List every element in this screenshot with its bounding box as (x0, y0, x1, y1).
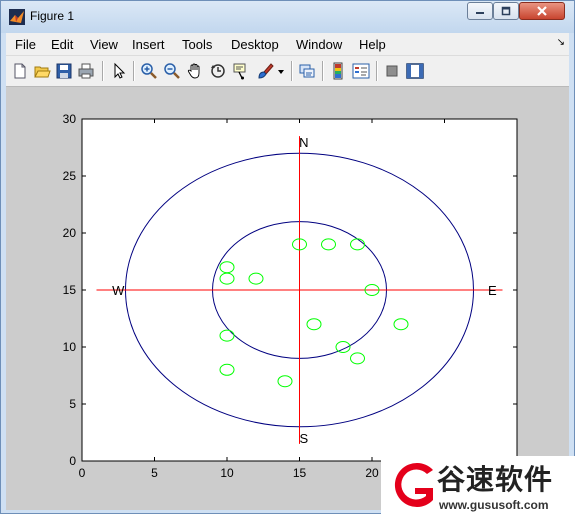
print-icon[interactable] (77, 62, 95, 80)
legend-icon[interactable] (352, 62, 370, 80)
compass-label-n: N (299, 135, 308, 150)
menu-tools[interactable]: Tools (182, 37, 212, 52)
y-tick-label: 5 (69, 397, 76, 411)
figure-toolbar (6, 55, 569, 87)
save-icon[interactable] (55, 62, 73, 80)
y-tick-label: 25 (63, 169, 77, 183)
brush-icon[interactable] (256, 62, 274, 80)
watermark-banner: 谷速软件 www.gususoft.com (381, 456, 575, 515)
toolbar-separator (291, 61, 292, 81)
x-tick-label: 15 (293, 466, 307, 480)
show-plot-tools-icon[interactable] (406, 62, 424, 80)
minimize-button[interactable] (467, 2, 493, 20)
title-bar[interactable]: Figure 1 (1, 1, 574, 33)
pan-icon[interactable] (186, 62, 204, 80)
menu-help[interactable]: Help (359, 37, 386, 52)
maximize-button[interactable] (493, 2, 519, 20)
x-tick-label: 20 (365, 466, 379, 480)
toolbar-separator (376, 61, 377, 81)
x-tick-label: 5 (151, 466, 158, 480)
gusu-logo-icon (394, 463, 433, 507)
maximize-icon (501, 6, 511, 16)
menu-view[interactable]: View (90, 37, 118, 52)
colorbar-icon[interactable] (329, 62, 347, 80)
toolbar-separator (133, 61, 134, 81)
close-button[interactable] (519, 2, 565, 20)
pointer-icon[interactable] (110, 62, 128, 80)
matlab-logo-icon (9, 9, 25, 25)
compass-label-e: E (488, 283, 497, 298)
hide-plot-tools-icon[interactable] (383, 62, 401, 80)
x-tick-label: 0 (79, 466, 86, 480)
zoom-in-icon[interactable] (140, 62, 158, 80)
y-tick-label: 20 (63, 226, 77, 240)
compass-label-s: S (300, 431, 309, 446)
figure-window: Figure 1 File Edit View Insert Tools Des… (0, 0, 575, 515)
new-figure-icon[interactable] (11, 62, 29, 80)
close-icon (537, 6, 547, 16)
watermark-url: www.gususoft.com (439, 498, 549, 512)
menu-bar: File Edit View Insert Tools Desktop Wind… (6, 33, 569, 55)
link-plot-icon[interactable] (298, 62, 316, 80)
plot-axes[interactable]: NSWE051015202530051015202530 (6, 87, 569, 510)
minimize-icon (476, 12, 484, 14)
toolbar-separator (322, 61, 323, 81)
menu-window[interactable]: Window (296, 37, 342, 52)
toolbar-separator (102, 61, 103, 81)
window-title: Figure 1 (30, 9, 75, 23)
watermark-brand: 谷速软件 (437, 463, 554, 496)
menu-insert[interactable]: Insert (132, 37, 165, 52)
compass-label-w: W (112, 283, 125, 298)
data-cursor-icon[interactable] (232, 62, 250, 80)
zoom-out-icon[interactable] (163, 62, 181, 80)
y-tick-label: 10 (63, 340, 77, 354)
menu-overflow-arrow[interactable]: ↘ (557, 37, 565, 48)
menu-desktop[interactable]: Desktop (231, 37, 279, 52)
x-tick-label: 10 (220, 466, 234, 480)
y-tick-label: 15 (63, 283, 77, 297)
open-file-icon[interactable] (33, 62, 51, 80)
menu-edit[interactable]: Edit (51, 37, 73, 52)
y-tick-label: 0 (69, 454, 76, 468)
y-tick-label: 30 (63, 112, 77, 126)
brush-dropdown-icon[interactable] (276, 62, 286, 80)
rotate-icon[interactable] (209, 62, 227, 80)
menu-file[interactable]: File (15, 37, 36, 52)
